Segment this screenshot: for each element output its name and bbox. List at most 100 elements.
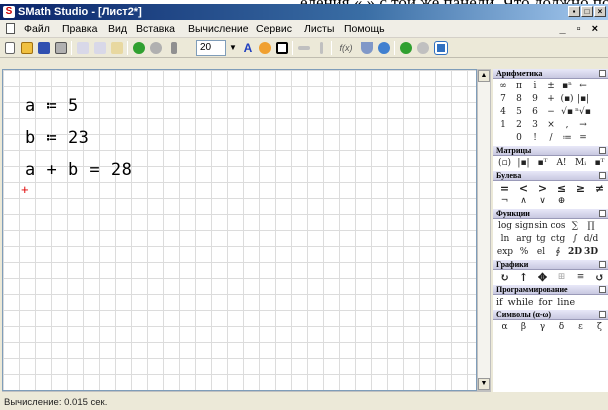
menu-help[interactable]: Помощь xyxy=(342,22,387,36)
section-boolean[interactable]: Булева xyxy=(493,171,608,181)
palette-button[interactable]: el xyxy=(533,246,549,259)
palette-button[interactable]: ζ xyxy=(590,321,608,334)
palette-button[interactable]: × xyxy=(543,119,559,132)
menu-tools[interactable]: Сервис xyxy=(254,22,294,36)
chevron-down-icon[interactable]: ▼ xyxy=(228,40,238,56)
palette-button[interactable]: if xyxy=(496,296,503,309)
palette-button[interactable]: √▪ xyxy=(559,106,575,119)
palette-button[interactable]: 2D xyxy=(567,246,583,259)
copy-icon[interactable] xyxy=(92,40,108,56)
collapse-icon[interactable] xyxy=(599,147,606,154)
minimize-button[interactable]: ▪ xyxy=(568,6,580,17)
menu-insert[interactable]: Вставка xyxy=(134,22,177,36)
palette-button[interactable]: 1 xyxy=(495,119,511,132)
palette-button[interactable]: 7 xyxy=(495,93,511,106)
palette-button[interactable]: γ xyxy=(533,321,552,334)
palette-button[interactable]: ∧ xyxy=(514,195,533,208)
maximize-button[interactable]: □ xyxy=(581,6,593,17)
palette-button[interactable]: ¬ xyxy=(495,195,514,208)
palette-button[interactable]: β xyxy=(514,321,533,334)
globe-icon[interactable] xyxy=(376,40,392,56)
vertical-scrollbar[interactable]: ▲ ▼ xyxy=(477,69,491,391)
lines-icon[interactable]: ≡ xyxy=(571,271,590,284)
page-break-icon[interactable] xyxy=(296,40,312,56)
collapse-icon[interactable] xyxy=(599,70,606,77)
section-greek-symbols[interactable]: Символы (α-ω) xyxy=(493,310,608,320)
cut-icon[interactable] xyxy=(75,40,91,56)
palette-button[interactable]: d/d xyxy=(583,233,599,246)
palette-button[interactable]: ← xyxy=(575,80,591,93)
palette-button[interactable]: < xyxy=(514,182,533,195)
palette-button[interactable]: ± xyxy=(543,80,559,93)
palette-button[interactable]: Mᵢ xyxy=(571,157,590,170)
palette-button[interactable]: |▪| xyxy=(514,157,533,170)
section-arithmetic[interactable]: Арифметика xyxy=(493,69,608,79)
palette-button[interactable]: − xyxy=(543,106,559,119)
palette-button[interactable]: , xyxy=(559,119,575,132)
palette-button[interactable]: 3 xyxy=(527,119,543,132)
palette-button[interactable]: 5 xyxy=(511,106,527,119)
palette-button[interactable]: ≠ xyxy=(590,182,608,195)
document-window-controls[interactable]: _ ▫ × xyxy=(559,22,602,36)
collapse-icon[interactable] xyxy=(599,172,606,179)
palette-button[interactable]: ∨ xyxy=(533,195,552,208)
palette-button[interactable]: 3D xyxy=(583,246,599,259)
function-icon[interactable]: f(x) xyxy=(335,40,357,56)
region-icon[interactable] xyxy=(274,40,290,56)
scroll-up-icon[interactable]: ▲ xyxy=(478,70,490,82)
palette-button[interactable]: ▪ⁿ xyxy=(559,80,575,93)
palette-button[interactable]: sin xyxy=(533,220,549,233)
print-icon[interactable] xyxy=(53,40,69,56)
palette-button[interactable]: = xyxy=(575,132,591,145)
palette-button[interactable]: ⁿ√▪ xyxy=(575,106,591,119)
palette-button[interactable]: ! xyxy=(527,132,543,145)
palette-button[interactable]: = xyxy=(495,182,514,195)
palette-button[interactable]: % xyxy=(515,246,533,259)
collapse-icon[interactable] xyxy=(599,311,606,318)
open-file-icon[interactable] xyxy=(19,40,35,56)
palette-button[interactable]: ∞ xyxy=(495,80,511,93)
scroll-down-icon[interactable]: ▼ xyxy=(478,378,490,390)
save-icon[interactable] xyxy=(36,40,52,56)
palette-button[interactable]: (▫) xyxy=(495,157,514,170)
section-programming[interactable]: Программирование xyxy=(493,285,608,295)
menu-view[interactable]: Вид xyxy=(106,22,129,36)
redo-icon[interactable] xyxy=(148,40,164,56)
palette-button[interactable]: exp xyxy=(495,246,515,259)
grid-icon[interactable]: ⊞ xyxy=(552,271,571,284)
palette-button[interactable]: 2 xyxy=(511,119,527,132)
refresh-icon[interactable] xyxy=(398,40,414,56)
filter-icon[interactable] xyxy=(359,40,375,56)
palette-button[interactable]: ∮ xyxy=(549,246,567,259)
section-functions[interactable]: Функции xyxy=(493,209,608,219)
section-matrices[interactable]: Матрицы xyxy=(493,146,608,156)
palette-button[interactable]: tg xyxy=(533,233,549,246)
collapse-icon[interactable] xyxy=(599,210,606,217)
palette-button[interactable]: (▪) xyxy=(559,93,575,106)
text-tool-icon[interactable]: A xyxy=(240,40,256,56)
arrow-icon[interactable] xyxy=(166,40,182,56)
palette-button[interactable]: ▪ᵀ xyxy=(590,157,608,170)
palette-button[interactable]: ln xyxy=(495,233,515,246)
arrow-up-icon[interactable]: ↑ xyxy=(514,271,533,284)
palette-button[interactable]: 4 xyxy=(495,106,511,119)
palette-button[interactable]: while xyxy=(508,296,534,309)
palette-button[interactable]: line xyxy=(557,296,575,309)
paste-icon[interactable] xyxy=(109,40,125,56)
palette-button[interactable]: |▪| xyxy=(575,93,591,106)
palette-button[interactable]: A! xyxy=(552,157,571,170)
palette-button[interactable]: π xyxy=(511,80,527,93)
palette-button[interactable]: arg xyxy=(515,233,533,246)
palette-button[interactable]: ⊕ xyxy=(552,195,571,208)
palette-button[interactable]: ∫ xyxy=(567,233,583,246)
palette-button[interactable]: ≔ xyxy=(559,132,575,145)
palette-button[interactable]: ∏ xyxy=(583,220,599,233)
refresh-plot-icon[interactable]: ↺ xyxy=(590,271,608,284)
palette-button[interactable]: ▪ᵀ xyxy=(533,157,552,170)
palette-button[interactable]: + xyxy=(543,93,559,106)
collapse-icon[interactable] xyxy=(599,261,606,268)
menu-file[interactable]: Файл xyxy=(22,22,52,36)
rotate-icon[interactable]: ↻ xyxy=(495,271,514,284)
palette-button[interactable]: i xyxy=(527,80,543,93)
palette-button[interactable]: 9 xyxy=(527,93,543,106)
